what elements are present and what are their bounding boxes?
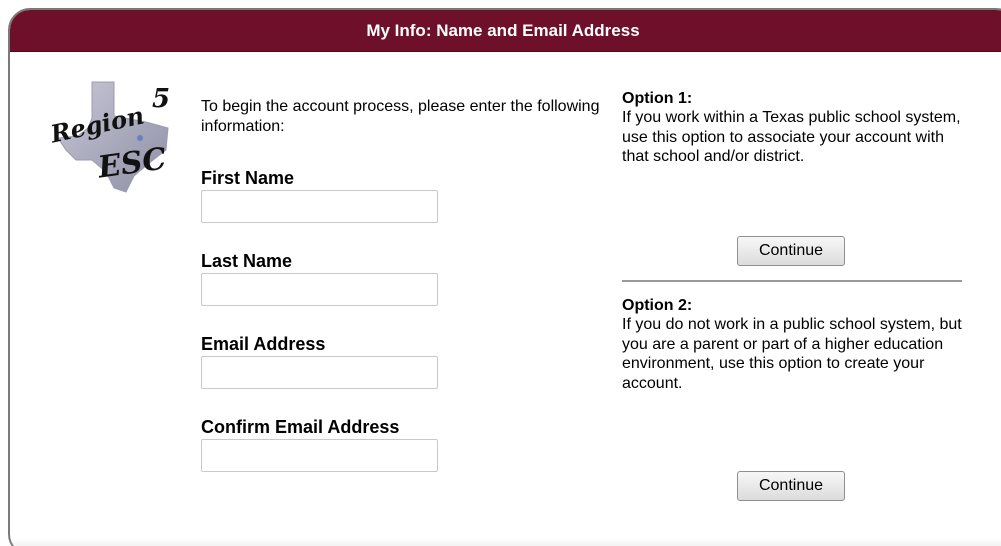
logo-number-text: 5	[152, 84, 171, 114]
confirm-email-field[interactable]	[201, 439, 438, 472]
region5-esc-logo: Region 5 ESC	[48, 76, 174, 194]
email-field[interactable]	[201, 356, 438, 389]
option2-title: Option 2:	[622, 297, 693, 314]
intro-text: To begin the account process, please ent…	[201, 98, 600, 135]
option1-continue-button[interactable]: Continue	[737, 236, 845, 266]
email-label: Email Address	[201, 334, 326, 354]
page-title: My Info: Name and Email Address	[366, 20, 640, 40]
options-divider	[622, 280, 962, 282]
confirm-email-label: Confirm Email Address	[201, 417, 400, 437]
last-name-field[interactable]	[201, 273, 438, 306]
panel-header: My Info: Name and Email Address	[10, 10, 1001, 52]
panel-footer	[10, 538, 1001, 546]
first-name-field[interactable]	[201, 190, 438, 223]
option2-description: If you do not work in a public school sy…	[622, 316, 962, 392]
option2-continue-button[interactable]: Continue	[737, 471, 845, 501]
option1-title: Option 1:	[622, 90, 693, 107]
option1-description: If you work within a Texas public school…	[622, 109, 961, 165]
first-name-label: First Name	[201, 168, 295, 188]
last-name-label: Last Name	[201, 251, 293, 271]
